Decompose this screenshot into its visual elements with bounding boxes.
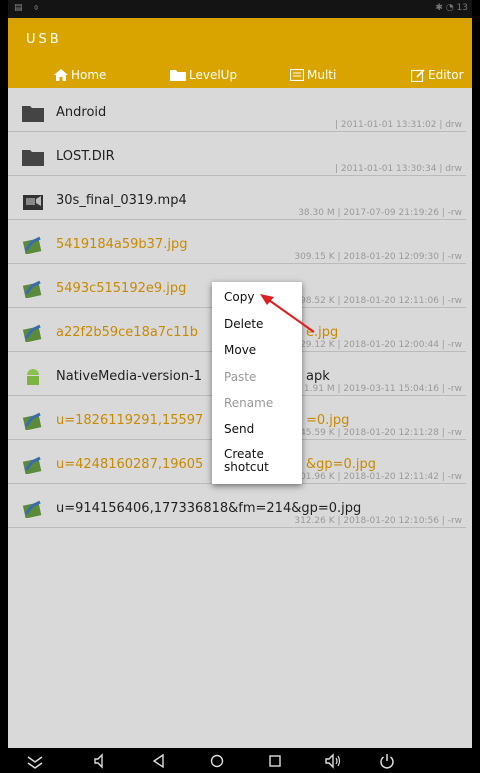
file-meta: 329.12 K | 2018-01-20 12:00:44 | -rw	[294, 340, 462, 350]
file-meta: | 2011-01-01 13:30:34 | drw	[334, 164, 462, 174]
file-name-tail: apk	[306, 369, 330, 384]
file-name: 5419184a59b37.jpg	[56, 237, 188, 252]
file-meta: 309.15 K | 2018-01-20 12:09:30 | -rw	[294, 252, 462, 262]
status-icons-right: ✱ ◔ 13	[435, 3, 468, 13]
chevron-down-icon[interactable]	[26, 752, 44, 770]
menu-item-create-shortcut[interactable]: Create shotcut	[224, 448, 269, 474]
file-meta: 38.30 M | 2017-07-09 21:19:26 | -rw	[298, 208, 462, 218]
file-name: a22f2b59ce18a7c11b	[56, 325, 199, 340]
multi-label: Multi	[307, 68, 337, 82]
menu-item-paste: Paste	[224, 370, 257, 384]
folder-icon	[22, 150, 44, 166]
file-meta: | 2011-01-01 13:31:02 | drw	[334, 120, 462, 130]
file-meta: 301.96 K | 2018-01-20 12:11:42 | -rw	[294, 472, 462, 482]
divider	[8, 175, 466, 176]
image-file-icon	[22, 324, 42, 342]
home-icon	[54, 69, 68, 81]
create-shortcut-line2: shotcut	[224, 460, 269, 474]
image-file-icon	[22, 456, 42, 474]
image-file-icon	[22, 280, 42, 298]
android-icon	[27, 369, 39, 385]
list-item[interactable]: u=914156406,177336818&fm=214&gp=0.jpg 31…	[8, 488, 472, 532]
file-name: LOST.DIR	[56, 149, 115, 164]
multi-button[interactable]: Multi	[290, 68, 336, 82]
file-name: u=914156406,177336818&fm=214&gp=0.jpg	[56, 501, 362, 516]
edit-icon	[411, 68, 425, 82]
app-header: USB Home LevelUp Multi Editor	[8, 18, 472, 88]
recent-apps-icon[interactable]	[266, 752, 284, 770]
file-name: 30s_final_0319.mp4	[56, 193, 187, 208]
levelup-label: LevelUp	[189, 68, 238, 82]
home-label: Home	[71, 68, 107, 82]
file-name: 5493c515192e9.jpg	[56, 281, 187, 296]
android-navigation-bar	[0, 748, 480, 773]
volume-up-icon[interactable]	[324, 752, 342, 770]
create-shortcut-line1: Create	[224, 447, 264, 461]
video-file-icon	[23, 195, 43, 210]
image-file-icon	[22, 500, 42, 518]
editor-label: Editor	[428, 68, 464, 82]
list-item[interactable]: LOST.DIR | 2011-01-01 13:30:34 | drw	[8, 136, 472, 180]
file-meta: 312.26 K | 2018-01-20 12:10:56 | -rw	[294, 516, 462, 526]
volume-down-icon[interactable]	[92, 752, 110, 770]
divider	[8, 219, 466, 220]
list-item[interactable]: 5419184a59b37.jpg 309.15 K | 2018-01-20 …	[8, 224, 472, 268]
file-name: NativeMedia-version-1	[56, 369, 203, 384]
file-manager-window: ▤ ⌽ ✱ ◔ 13 USB Home LevelUp Multi Editor…	[8, 0, 472, 773]
image-file-icon	[22, 412, 42, 430]
folder-icon	[22, 106, 44, 122]
status-bar: ▤ ⌽ ✱ ◔ 13	[8, 0, 472, 18]
image-file-icon	[22, 236, 42, 254]
power-icon[interactable]	[378, 752, 396, 770]
editor-button[interactable]: Editor	[411, 68, 464, 82]
home-nav-icon[interactable]	[208, 752, 226, 770]
file-name: u=1826119291,15597	[56, 413, 204, 428]
file-name: u=4248160287,19605	[56, 457, 204, 472]
divider	[8, 527, 466, 528]
toolbar: Home LevelUp Multi Editor	[8, 66, 472, 88]
levelup-button[interactable]: LevelUp	[170, 68, 237, 82]
home-button[interactable]: Home	[54, 68, 106, 82]
folder-up-icon	[170, 70, 186, 81]
menu-item-send[interactable]: Send	[224, 423, 254, 436]
divider	[8, 131, 466, 132]
file-name: Android	[56, 105, 107, 120]
annotation-arrow-icon	[260, 294, 315, 333]
file-meta: 245.59 K | 2018-01-20 12:11:28 | -rw	[294, 428, 462, 438]
status-icons-left: ▤ ⌽	[14, 3, 43, 13]
list-item[interactable]: Android | 2011-01-01 13:31:02 | drw	[8, 92, 472, 136]
menu-item-rename: Rename	[224, 396, 274, 410]
file-name-tail: &gp=0.jpg	[306, 457, 377, 472]
back-icon[interactable]	[150, 752, 168, 770]
file-name-tail: =0.jpg	[306, 413, 350, 428]
menu-item-copy[interactable]: Copy	[224, 291, 254, 304]
file-meta: 398.52 K | 2018-01-20 12:11:06 | -rw	[294, 296, 462, 306]
menu-item-move[interactable]: Move	[224, 344, 256, 357]
multi-select-icon	[290, 69, 304, 81]
list-item[interactable]: 30s_final_0319.mp4 38.30 M | 2017-07-09 …	[8, 180, 472, 224]
app-title: USB	[26, 32, 62, 47]
file-meta: 1.91 M | 2019-03-11 15:04:16 | -rw	[303, 384, 462, 394]
divider	[8, 263, 466, 264]
